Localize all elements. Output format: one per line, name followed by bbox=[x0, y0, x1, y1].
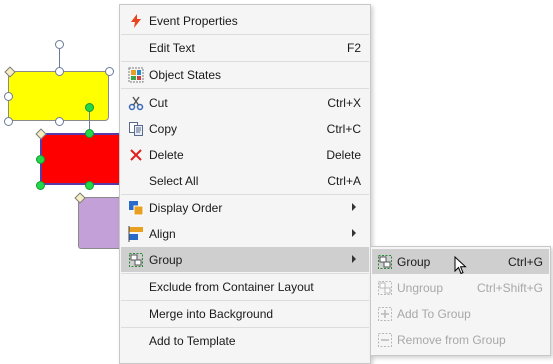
menu-item-label: Edit Text bbox=[149, 41, 195, 55]
menu-item-event-properties[interactable]: Event Properties bbox=[121, 8, 369, 33]
mouse-cursor-icon bbox=[454, 256, 467, 275]
menu-item-exclude-from-container-layout[interactable]: Exclude from Container Layout bbox=[121, 274, 369, 299]
menu-item-label: Object States bbox=[149, 68, 222, 82]
group-icon bbox=[129, 253, 143, 267]
resize-handle[interactable] bbox=[36, 155, 45, 164]
submenu-item-ungroup[interactable]: Ungroup Ctrl+Shift+G bbox=[372, 275, 549, 300]
red-x-icon bbox=[130, 149, 142, 161]
menu-item-shortcut: Delete bbox=[326, 148, 361, 162]
resize-handle[interactable] bbox=[4, 92, 13, 101]
resize-handle[interactable] bbox=[55, 67, 64, 76]
menu-item-select-all[interactable]: Select All Ctrl+A bbox=[121, 168, 369, 193]
ungroup-icon bbox=[378, 281, 392, 295]
align-icon bbox=[128, 226, 143, 242]
menu-item-display-order[interactable]: Display Order bbox=[121, 195, 369, 220]
menu-separator bbox=[121, 88, 369, 89]
menu-item-label: Merge into Background bbox=[149, 307, 274, 321]
context-menu: Event Properties Edit Text F2 Object Sta… bbox=[119, 4, 371, 364]
menu-item-cut[interactable]: Cut Ctrl+X bbox=[121, 90, 369, 115]
submenu-arrow-icon bbox=[352, 203, 356, 211]
resize-handle[interactable] bbox=[85, 181, 94, 190]
purple-rectangle[interactable] bbox=[78, 197, 122, 249]
submenu-item-label: Ungroup bbox=[397, 281, 444, 295]
menu-item-shortcut: Ctrl+X bbox=[327, 96, 361, 110]
menu-item-label: Event Properties bbox=[149, 14, 238, 28]
red-rectangle[interactable] bbox=[40, 133, 122, 185]
submenu-item-add-to-group[interactable]: Add To Group bbox=[372, 301, 549, 326]
resize-handle[interactable] bbox=[105, 67, 114, 76]
submenu-item-shortcut: Ctrl+G bbox=[507, 255, 543, 269]
copy-icon bbox=[129, 122, 143, 136]
submenu-arrow-icon bbox=[352, 229, 356, 237]
menu-item-object-states[interactable]: Object States bbox=[121, 62, 369, 87]
resize-handle[interactable] bbox=[85, 129, 94, 138]
yellow-rectangle[interactable] bbox=[8, 71, 109, 121]
submenu-item-shortcut: Ctrl+Shift+G bbox=[476, 281, 543, 295]
menu-item-edit-text[interactable]: Edit Text F2 bbox=[121, 35, 369, 60]
menu-item-label: Add to Template bbox=[149, 334, 236, 348]
menu-item-label: Select All bbox=[149, 174, 199, 188]
resize-handle[interactable] bbox=[36, 181, 45, 190]
display-order-icon bbox=[129, 201, 144, 216]
menu-item-label: Group bbox=[149, 253, 183, 267]
menu-item-label: Exclude from Container Layout bbox=[149, 280, 314, 294]
submenu-item-label: Add To Group bbox=[397, 307, 471, 321]
submenu-item-remove-from-group[interactable]: Remove from Group bbox=[372, 327, 549, 352]
menu-item-shortcut: Ctrl+C bbox=[326, 122, 361, 136]
menu-item-group[interactable]: Group bbox=[121, 247, 369, 272]
menu-item-label: Copy bbox=[149, 122, 178, 136]
remove-from-group-icon bbox=[378, 333, 392, 347]
submenu-item-label: Remove from Group bbox=[397, 333, 506, 347]
resize-handle[interactable] bbox=[4, 117, 13, 126]
menu-item-label: Delete bbox=[149, 148, 184, 162]
menu-item-label: Cut bbox=[149, 96, 168, 110]
menu-item-label: Display Order bbox=[149, 201, 223, 215]
scissors-icon bbox=[128, 96, 144, 111]
menu-item-add-to-template[interactable]: Add to Template bbox=[121, 328, 369, 353]
lightning-icon bbox=[131, 14, 141, 28]
menu-item-label: Align bbox=[149, 227, 176, 241]
rotation-handle[interactable] bbox=[55, 40, 64, 49]
menu-item-shortcut: F2 bbox=[346, 41, 361, 55]
menu-item-copy[interactable]: Copy Ctrl+C bbox=[121, 116, 369, 141]
submenu-item-label: Group bbox=[397, 255, 431, 269]
menu-item-merge-into-background[interactable]: Merge into Background bbox=[121, 301, 369, 326]
menu-item-align[interactable]: Align bbox=[121, 221, 369, 246]
object-states-icon bbox=[128, 67, 144, 83]
group-icon bbox=[378, 255, 392, 269]
rotation-handle[interactable] bbox=[85, 103, 94, 112]
resize-handle[interactable] bbox=[55, 117, 64, 126]
submenu-arrow-icon bbox=[352, 255, 356, 263]
menu-item-shortcut: Ctrl+A bbox=[327, 174, 361, 188]
menu-item-delete[interactable]: Delete Delete bbox=[121, 142, 369, 167]
add-to-group-icon bbox=[378, 307, 392, 321]
